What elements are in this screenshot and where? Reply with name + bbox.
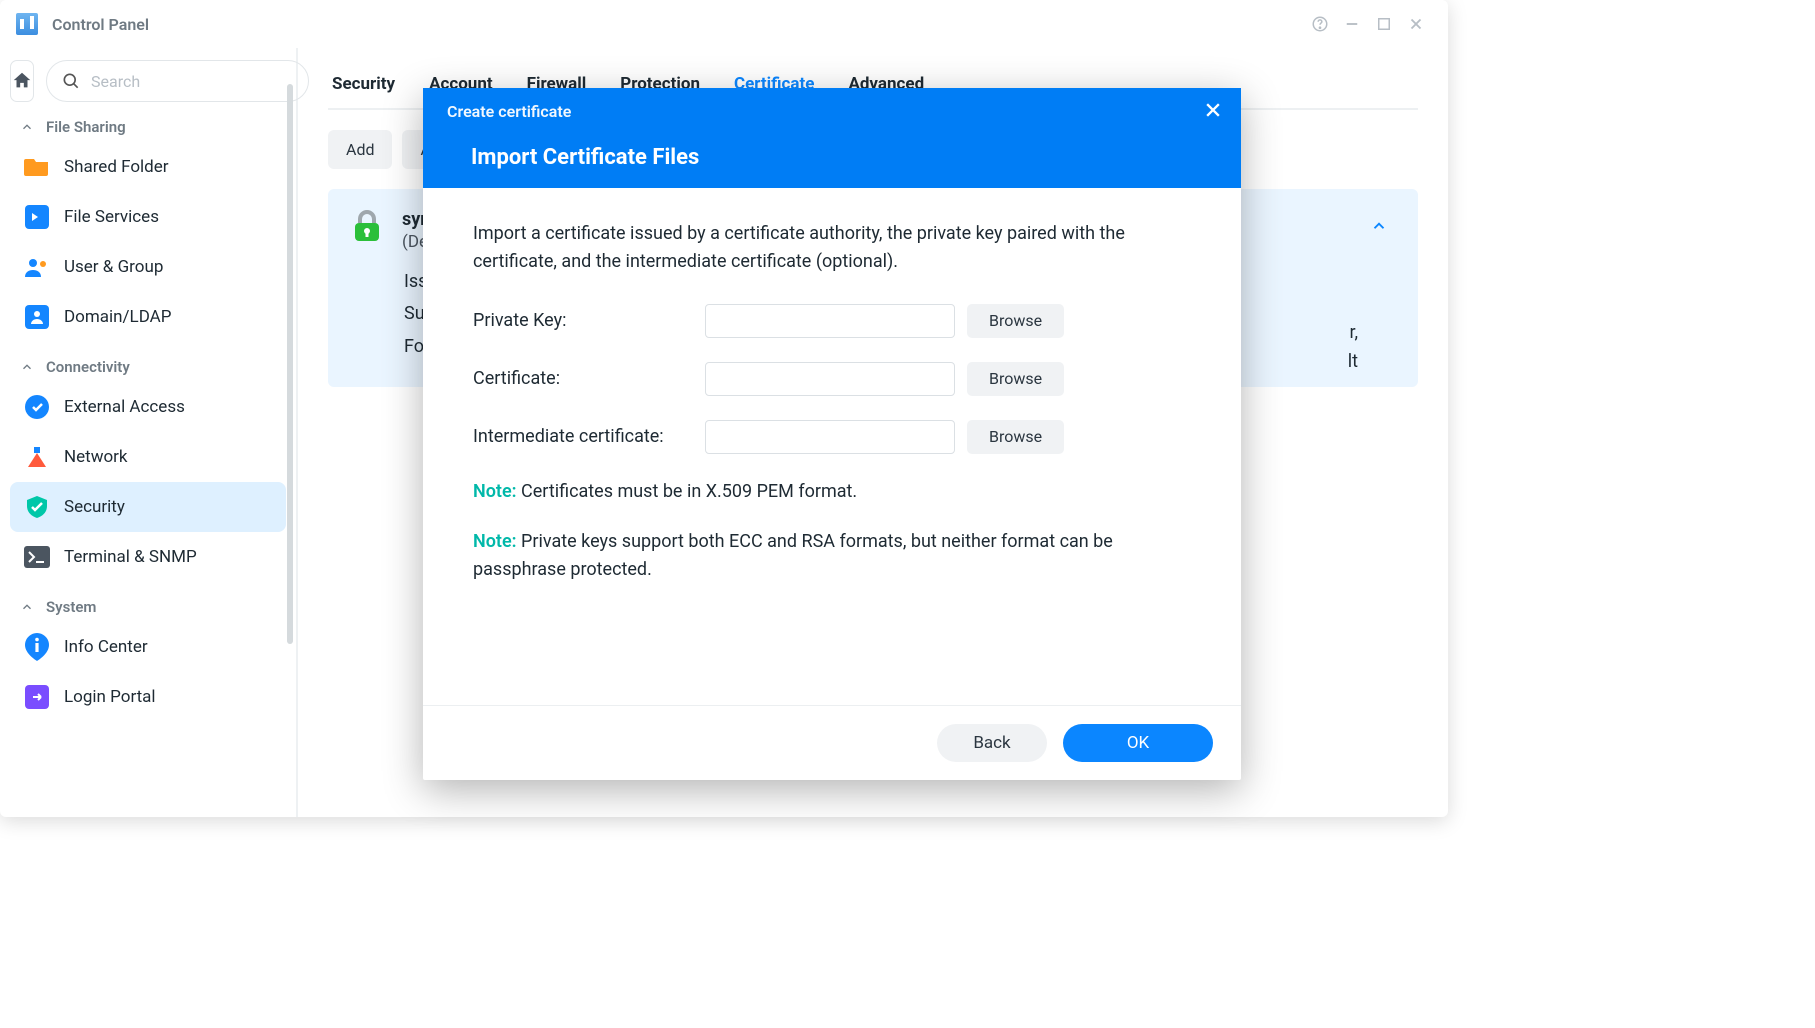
sidebar-item-security[interactable]: Security (10, 482, 286, 532)
sidebar: File Sharing Shared Folder File Services… (0, 48, 298, 817)
titlebar: Control Panel (0, 0, 1448, 48)
sidebar-item-label: User & Group (64, 257, 163, 277)
note-tag: Note: (473, 531, 517, 552)
chevron-up-icon (20, 120, 34, 134)
home-button[interactable] (10, 60, 34, 102)
sidebar-item-domain-ldap[interactable]: Domain/LDAP (10, 292, 286, 342)
group-connectivity[interactable]: Connectivity (10, 352, 286, 382)
intermediate-label: Intermediate certificate: (473, 426, 705, 447)
network-icon (24, 444, 50, 470)
sidebar-item-shared-folder[interactable]: Shared Folder (10, 142, 286, 192)
modal-body: Import a certificate issued by a certifi… (423, 188, 1241, 705)
search-input-wrap[interactable] (46, 60, 309, 102)
close-button[interactable] (1400, 8, 1432, 40)
ok-button[interactable]: OK (1063, 724, 1213, 762)
sidebar-item-terminal-snmp[interactable]: Terminal & SNMP (10, 532, 286, 582)
modal-breadcrumb: Create certificate (447, 102, 1217, 121)
sidebar-item-label: Login Portal (64, 687, 156, 707)
sidebar-item-user-group[interactable]: User & Group (10, 242, 286, 292)
control-panel-icon (16, 13, 38, 35)
row-certificate: Certificate: Browse (473, 362, 1191, 396)
sidebar-item-label: Info Center (64, 637, 148, 657)
maximize-button[interactable] (1368, 8, 1400, 40)
note-1: Note: Certificates must be in X.509 PEM … (473, 478, 1191, 506)
row-intermediate: Intermediate certificate: Browse (473, 420, 1191, 454)
external-access-icon (24, 394, 50, 420)
terminal-icon (24, 544, 50, 570)
sidebar-item-label: External Access (64, 397, 185, 417)
modal-header: Create certificate Import Certificate Fi… (423, 88, 1241, 188)
note-text: Private keys support both ECC and RSA fo… (473, 531, 1113, 580)
sidebar-item-file-services[interactable]: File Services (10, 192, 286, 242)
certificate-label: Certificate: (473, 368, 705, 389)
import-certificate-modal: Create certificate Import Certificate Fi… (423, 88, 1241, 780)
sidebar-item-external-access[interactable]: External Access (10, 382, 286, 432)
note-text: Certificates must be in X.509 PEM format… (517, 481, 858, 502)
group-label: System (46, 598, 96, 616)
user-group-icon (24, 254, 50, 280)
sidebar-item-login-portal[interactable]: Login Portal (10, 672, 286, 722)
note-2: Note: Private keys support both ECC and … (473, 528, 1191, 584)
chevron-up-icon[interactable] (1370, 217, 1388, 239)
back-button[interactable]: Back (937, 724, 1047, 762)
sidebar-item-info-center[interactable]: Info Center (10, 622, 286, 672)
certificate-input[interactable] (705, 362, 955, 396)
file-services-icon (24, 204, 50, 230)
chevron-up-icon (20, 600, 34, 614)
tab-security[interactable]: Security (332, 66, 395, 108)
sidebar-item-network[interactable]: Network (10, 432, 286, 482)
sidebar-item-label: File Services (64, 207, 159, 227)
modal-description: Import a certificate issued by a certifi… (473, 220, 1191, 276)
note-tag: Note: (473, 481, 517, 502)
sidebar-item-label: Security (64, 497, 125, 517)
close-icon (1203, 100, 1223, 120)
info-icon (24, 634, 50, 660)
minimize-button[interactable] (1336, 8, 1368, 40)
intermediate-browse-button[interactable]: Browse (967, 420, 1064, 454)
modal-footer: Back OK (423, 705, 1241, 780)
sidebar-item-label: Terminal & SNMP (64, 547, 197, 567)
modal-close-button[interactable] (1203, 100, 1223, 124)
app-title: Control Panel (52, 15, 149, 34)
private-key-input[interactable] (705, 304, 955, 338)
help-button[interactable] (1304, 8, 1336, 40)
sidebar-item-label: Network (64, 447, 128, 467)
folder-icon (24, 154, 50, 180)
certificate-browse-button[interactable]: Browse (967, 362, 1064, 396)
sidebar-item-label: Domain/LDAP (64, 307, 172, 327)
private-key-label: Private Key: (473, 310, 705, 331)
lock-icon (352, 209, 382, 243)
sidebar-item-label: Shared Folder (64, 157, 169, 177)
row-private-key: Private Key: Browse (473, 304, 1191, 338)
login-portal-icon (24, 684, 50, 710)
domain-ldap-icon (24, 304, 50, 330)
group-system[interactable]: System (10, 592, 286, 622)
search-input[interactable] (91, 72, 294, 91)
add-button[interactable]: Add (328, 130, 392, 169)
group-file-sharing[interactable]: File Sharing (10, 112, 286, 142)
cert-right-text: r, lt (1348, 319, 1358, 377)
modal-title: Import Certificate Files (471, 145, 1217, 170)
search-icon (61, 71, 81, 91)
private-key-browse-button[interactable]: Browse (967, 304, 1064, 338)
group-label: Connectivity (46, 358, 130, 376)
shield-icon (24, 494, 50, 520)
chevron-up-icon (20, 360, 34, 374)
scrollbar-thumb[interactable] (287, 84, 293, 644)
group-label: File Sharing (46, 118, 126, 136)
intermediate-input[interactable] (705, 420, 955, 454)
